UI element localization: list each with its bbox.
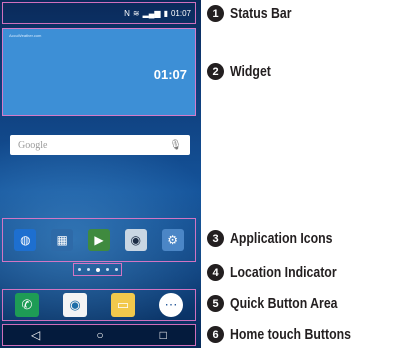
browser-icon[interactable]: ◍ (14, 229, 37, 251)
google-search-bar[interactable]: Google 🎙︎ (10, 135, 190, 155)
page-dot (77, 268, 81, 271)
camera-icon[interactable]: ◉ (124, 229, 147, 251)
widget-source: AccuWeather.com (9, 33, 42, 38)
page-dot (86, 268, 90, 271)
callout-number: 6 (207, 326, 224, 343)
recent-apps-button[interactable]: □ (160, 328, 167, 342)
status-bar: N ≋ ▂▄▆ ▮ 01:07 (2, 2, 196, 24)
status-time: 01:07 (170, 8, 191, 18)
callout-number: 1 (207, 5, 224, 22)
callout-number: 4 (207, 264, 224, 281)
callout-label: Widget (230, 63, 271, 80)
apps-icon[interactable]: ⋯ (159, 293, 183, 317)
application-icons: ◍ ▦ ▶ ◉ ⚙ (2, 218, 196, 262)
callout-label: Home touch Buttons (230, 326, 351, 343)
callout-widget: 2 Widget (207, 63, 280, 80)
callout-label: Location Indicator (230, 264, 337, 281)
callout-application-icons: 3 Application Icons (207, 230, 355, 247)
contacts-icon[interactable]: ◉ (63, 293, 87, 317)
back-button[interactable]: ◁ (31, 328, 40, 342)
settings-icon[interactable]: ⚙ (161, 229, 184, 251)
widget-time: 01:07 (153, 67, 187, 82)
page-dot-active (95, 267, 100, 272)
callout-quick-button-area: 5 Quick Button Area (207, 295, 361, 312)
phone-screen: N ≋ ▂▄▆ ▮ 01:07 AccuWeather.com 01:07 Go… (0, 0, 201, 348)
callout-label: Status Bar (230, 5, 292, 22)
callout-location-indicator: 4 Location Indicator (207, 264, 360, 281)
search-label: Google (18, 139, 48, 151)
mic-icon[interactable]: 🎙︎ (169, 140, 182, 151)
location-indicator[interactable] (73, 263, 122, 276)
callout-number: 5 (207, 295, 224, 312)
page-dot (105, 268, 109, 271)
home-button[interactable]: ○ (96, 328, 103, 342)
callout-label: Application Icons (230, 230, 333, 247)
multimedia-folder-icon[interactable]: ▦ (51, 229, 74, 251)
callout-label: Quick Button Area (230, 295, 338, 312)
signal-icon: ▂▄▆ (142, 8, 161, 18)
home-touch-buttons: ◁ ○ □ (2, 324, 196, 346)
wifi-icon: ≋ (132, 8, 140, 18)
messaging-icon[interactable]: ▭ (111, 293, 135, 317)
callout-status-bar: 1 Status Bar (207, 5, 305, 22)
phone-icon[interactable]: ✆ (15, 293, 39, 317)
callout-home-touch-buttons: 6 Home touch Buttons (207, 326, 378, 343)
quick-button-area: ✆ ◉ ▭ ⋯ (2, 289, 196, 321)
clock-weather-widget[interactable]: AccuWeather.com 01:07 (2, 28, 196, 116)
page-dot (114, 268, 118, 271)
callout-number: 2 (207, 63, 224, 80)
nfc-icon: N (124, 8, 130, 18)
callout-number: 3 (207, 230, 224, 247)
battery-icon: ▮ (163, 8, 168, 18)
play-store-icon[interactable]: ▶ (87, 229, 110, 251)
